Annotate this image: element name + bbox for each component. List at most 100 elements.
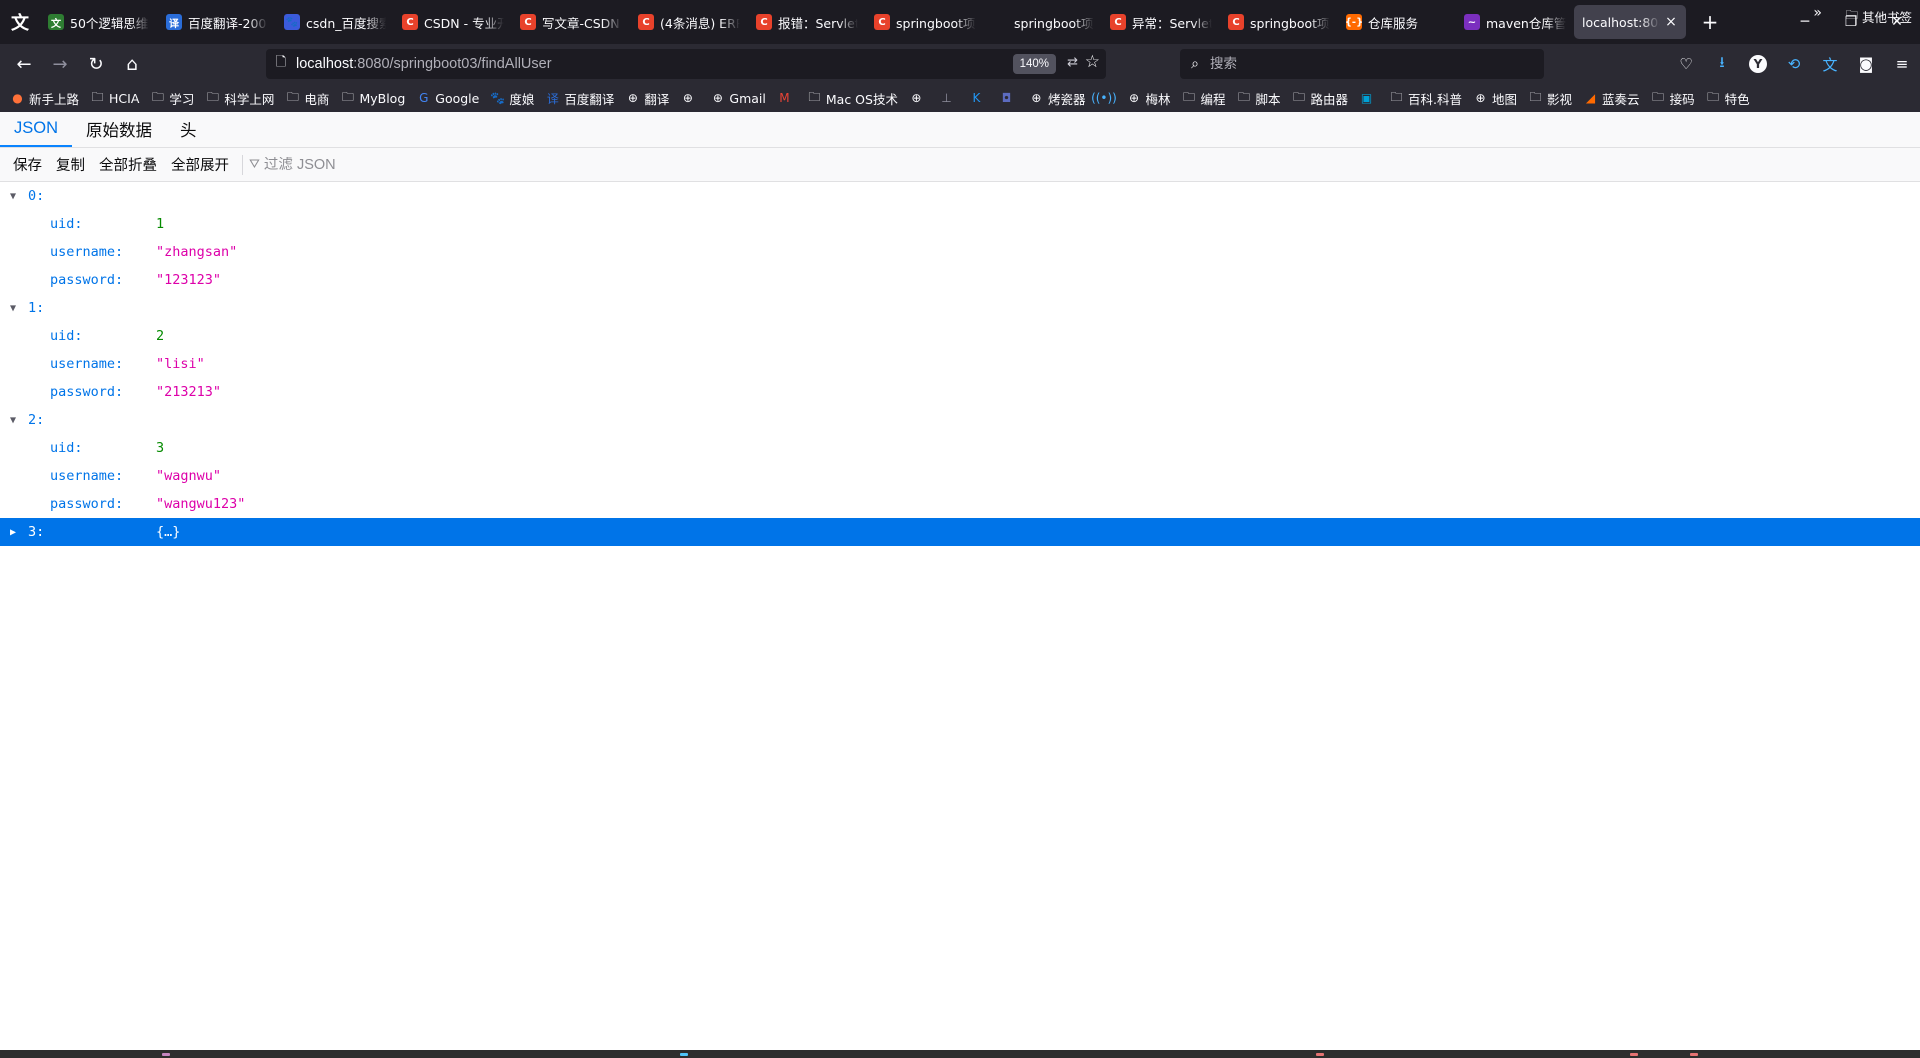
tab-item[interactable]: Cspringboot项 xyxy=(1220,5,1338,39)
bookmark-item[interactable]: 🗀 Mac OS技术 xyxy=(807,89,898,108)
bookmark-item[interactable]: ⊥ xyxy=(939,91,958,106)
bookmarks-overflow-icon[interactable]: » xyxy=(1813,5,1822,21)
extension-mask-icon[interactable]: ◙ xyxy=(1848,48,1884,80)
json-tree-property[interactable]: password: "213213" xyxy=(0,378,1920,406)
bookmark-item[interactable]: ◢ 蓝奏云 xyxy=(1583,89,1640,108)
bookmark-item[interactable]: ((•)) xyxy=(1091,91,1117,106)
tab-item[interactable]: 译百度翻译-200 xyxy=(158,5,276,39)
tab-close-icon[interactable]: × xyxy=(1664,14,1678,30)
downloads-icon[interactable]: ⭳ xyxy=(1704,48,1740,80)
bookmark-item[interactable]: 🗀 影视 xyxy=(1528,89,1573,108)
bookmark-item[interactable]: ◘ xyxy=(999,91,1018,106)
bookmark-item[interactable]: 🗀 编程 xyxy=(1181,89,1226,108)
translate-icon[interactable]: ⇄ xyxy=(1067,55,1078,70)
expanded-twisty-icon[interactable]: ▼ xyxy=(10,182,16,210)
folder-icon: 🗀 xyxy=(206,89,219,104)
translate-app-icon[interactable]: 文 xyxy=(0,0,40,44)
extension-crop-icon[interactable]: ⟲ xyxy=(1776,48,1812,80)
bookmark-item[interactable]: 🗀 HCIA xyxy=(90,90,140,106)
bookmark-item[interactable]: 译百度翻译 xyxy=(545,89,615,108)
bookmark-item[interactable]: ⊕ Gmail xyxy=(710,91,766,106)
bookmark-item[interactable]: ● 新手上路 xyxy=(10,89,79,108)
bookmark-item[interactable]: ⊕ 翻译 xyxy=(625,89,670,108)
folder-icon: 🗀 xyxy=(1529,89,1542,104)
bookmark-item[interactable]: G Google xyxy=(416,91,479,106)
tab-item[interactable]: C CSDN - 专业开 xyxy=(394,5,512,39)
json-tree-property[interactable]: username: "zhangsan" xyxy=(0,238,1920,266)
bookmark-item[interactable]: 🗀 路由器 xyxy=(1292,89,1348,108)
bookmark-star-icon[interactable]: ☆ xyxy=(1085,52,1100,72)
json-tree-property[interactable]: uid: 2 xyxy=(0,322,1920,350)
tab-item[interactable]: Cspringboot项 xyxy=(866,5,984,39)
tab-item[interactable]: C (4条消息) ERR xyxy=(630,5,748,39)
address-bar[interactable]: 🗋 localhost:8080/springboot03/findAllUse… xyxy=(266,49,1106,79)
tab-headers[interactable]: 头 xyxy=(166,111,211,147)
tab-item[interactable]: springboot项目报 xyxy=(984,5,1102,39)
filter-json-input[interactable] xyxy=(263,156,564,173)
pocket-icon[interactable]: ♡ xyxy=(1668,48,1704,80)
json-tree-property[interactable]: password: "123123" xyxy=(0,266,1920,294)
tab-active[interactable]: localhost:8080 × xyxy=(1574,5,1686,39)
json-tree-node[interactable]: ▼ 0: xyxy=(0,182,1920,210)
json-tree-node[interactable]: ▼ 2: xyxy=(0,406,1920,434)
json-tree-property[interactable]: uid: 1 xyxy=(0,210,1920,238)
bookmark-item[interactable]: K xyxy=(969,91,988,106)
reload-button[interactable]: ↻ xyxy=(80,48,112,80)
extension-translate-icon[interactable]: 文 xyxy=(1812,48,1848,80)
save-button[interactable]: 保存 xyxy=(6,150,49,180)
menu-icon[interactable]: ≡ xyxy=(1884,48,1920,80)
tab-item[interactable]: C 写文章-CSDN xyxy=(512,5,630,39)
bookmark-item[interactable]: 🗀 学习 xyxy=(150,89,195,108)
new-tab-button[interactable]: + xyxy=(1692,5,1728,39)
bookmark-item[interactable]: ▣ xyxy=(1359,91,1378,106)
json-tree-property[interactable]: uid: 3 xyxy=(0,434,1920,462)
expanded-twisty-icon[interactable]: ▼ xyxy=(10,294,16,322)
forward-button[interactable]: → xyxy=(44,48,76,80)
collapse-all-button[interactable]: 全部折叠 xyxy=(92,150,164,180)
bookmark-item[interactable]: 🐾 度娘 xyxy=(490,89,534,108)
expand-all-button[interactable]: 全部展开 xyxy=(164,150,236,180)
tab-item[interactable]: 文 50个逻辑思维 xyxy=(40,5,158,39)
filter-json: ⛛ xyxy=(249,156,564,173)
expanded-twisty-icon[interactable]: ▼ xyxy=(10,406,16,434)
bookmark-item[interactable]: 🗀 科学上网 xyxy=(205,89,275,108)
bookmark-item[interactable]: ⊕ xyxy=(909,91,928,106)
bookmark-item[interactable]: ⊕ 地图 xyxy=(1473,89,1517,108)
bookmark-item[interactable]: 🗀 MyBlog xyxy=(340,90,405,106)
json-tree: ▼ 0: uid: 1 username: "zhangsan" password: "123… xyxy=(0,182,1920,546)
page-icon[interactable]: 🗋 xyxy=(266,53,296,75)
bookmark-item[interactable]: ⊕ xyxy=(680,91,699,106)
json-tree-property[interactable]: password: "wangwu123" xyxy=(0,490,1920,518)
tab-json[interactable]: JSON xyxy=(0,111,73,147)
bookmark-item[interactable]: 🗀 百科.科普 xyxy=(1389,89,1463,108)
bookmark-item[interactable]: 🗀 电商 xyxy=(285,89,330,108)
collapsed-twisty-icon[interactable]: ▶ xyxy=(10,518,16,546)
tab-raw-data[interactable]: 原始数据 xyxy=(72,111,166,147)
tab-item[interactable]: {-} 仓库服务 xyxy=(1338,5,1456,39)
lanzou-icon: ◢ xyxy=(1585,91,1596,105)
json-tree-property[interactable]: username: "wagnwu" xyxy=(0,462,1920,490)
tab-item[interactable]: ~ maven仓库管 xyxy=(1456,5,1574,39)
bookmark-item[interactable]: ⊕ 梅林 xyxy=(1126,89,1171,108)
bookmark-item[interactable]: M xyxy=(777,91,796,106)
tab-item[interactable]: C 报错：Servlet xyxy=(748,5,866,39)
json-tree-property[interactable]: username: "lisi" xyxy=(0,350,1920,378)
home-button[interactable]: ⌂ xyxy=(116,48,148,80)
search-input[interactable] xyxy=(1210,56,1510,72)
tab-item[interactable]: 🐾 csdn_百度搜索 xyxy=(276,5,394,39)
other-bookmarks-folder[interactable]: 🗀 其他书签 xyxy=(1845,6,1912,27)
back-button[interactable]: ← xyxy=(8,48,40,80)
tab-item[interactable]: C 异常：Servlet xyxy=(1102,5,1220,39)
copy-button[interactable]: 复制 xyxy=(49,150,92,180)
json-tree-node[interactable]: ▶ 3: {…} xyxy=(0,518,1920,546)
extension-y-icon[interactable]: Y xyxy=(1740,48,1776,80)
taskbar xyxy=(0,1050,1920,1058)
url-text[interactable]: localhost:8080/springboot03/findAllUser xyxy=(296,56,552,72)
search-box[interactable]: ⌕ xyxy=(1180,49,1544,79)
bookmark-item[interactable]: 🗀 脚本 xyxy=(1237,89,1281,108)
bookmark-item[interactable]: ⊕ 烤瓷器 xyxy=(1029,89,1085,108)
bookmark-item[interactable]: 🗀 接码 xyxy=(1651,89,1695,108)
bookmark-item[interactable]: 🗀 特色 xyxy=(1706,89,1750,108)
json-tree-node[interactable]: ▼ 1: xyxy=(0,294,1920,322)
zoom-level-badge[interactable]: 140% xyxy=(1012,54,1056,74)
